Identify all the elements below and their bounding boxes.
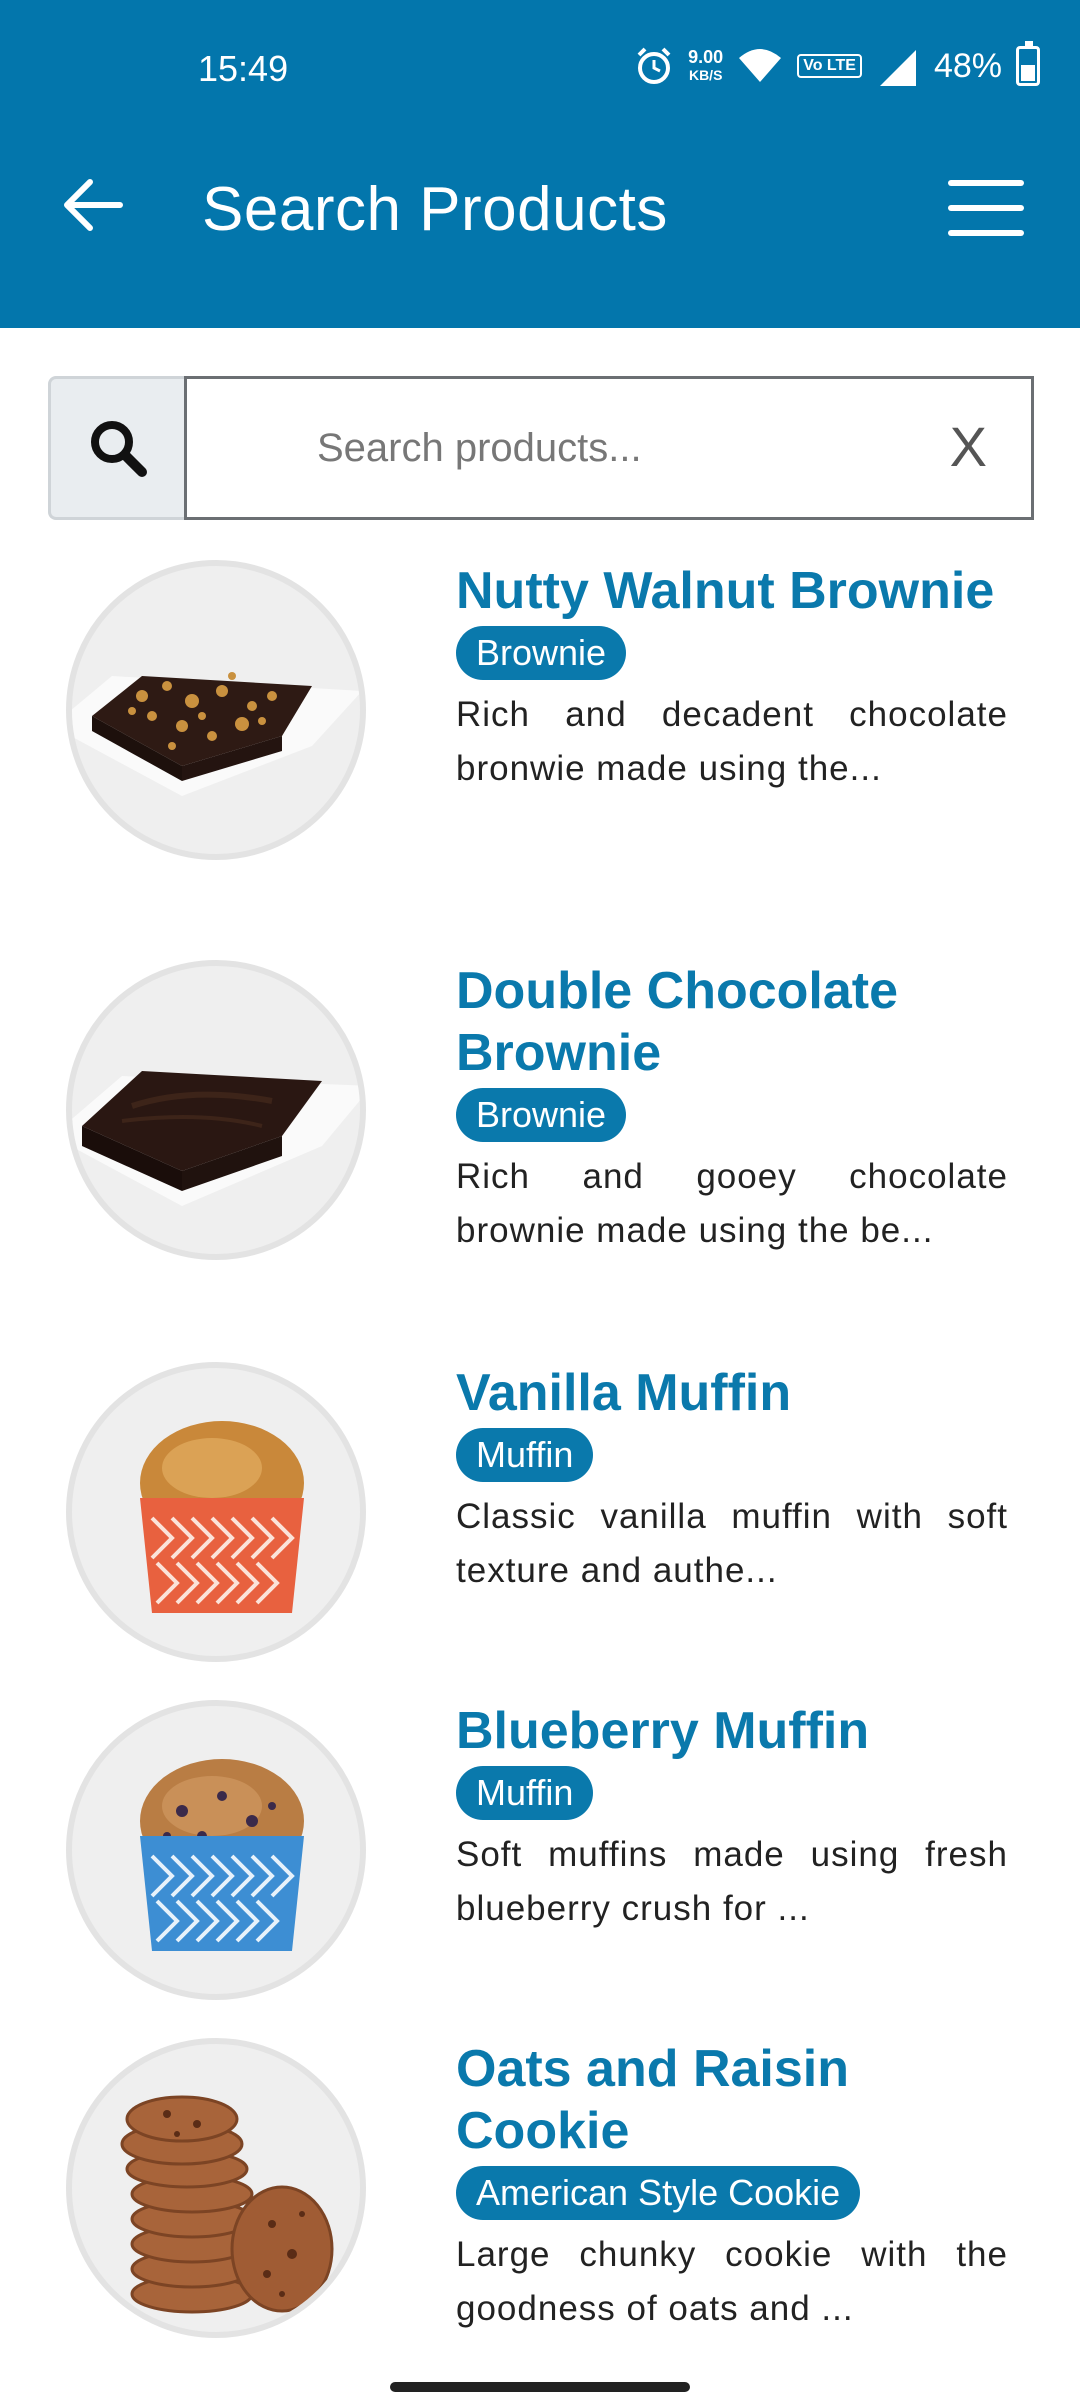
search-button[interactable] [48,376,184,520]
signal-icon [879,50,916,86]
app-bar: 15:49 9.00 KB/S Vo LTE 48% Search Produc… [0,0,1080,328]
alarm-icon [637,47,671,84]
product-description: Large chunky cookie with the goodness of… [456,2235,1008,2328]
status-icons: 9.00 KB/S Vo LTE 48% [634,41,1040,88]
product-image-oat-raisin-cookies [66,2038,366,2338]
product-description: Rich and gooey chocolate brownie made us… [456,1157,1008,1250]
product-item[interactable]: Oats and Raisin Cookie American Style Co… [0,2038,1080,2338]
product-info: Blueberry Muffin Muffin Soft muffins mad… [456,1700,1008,1936]
product-name: Nutty Walnut Brownie [456,562,995,620]
volte-icon: Vo LTE [797,54,862,78]
product-description: Soft muffins made using fresh blueberry … [456,1835,1008,1928]
menu-line [948,205,1024,211]
hamburger-menu-button[interactable] [948,180,1024,236]
menu-line [948,230,1024,236]
battery-percent: 48% [933,46,1002,85]
clear-search-button[interactable]: X [950,419,987,475]
product-name: Blueberry Muffin [456,1702,870,1760]
product-item[interactable]: Nutty Walnut Brownie Brownie Rich and de… [0,560,1080,860]
arrow-left-icon [64,179,123,231]
product-category-badge: Brownie [456,626,627,680]
product-name: Double Chocolate Brownie [456,962,899,1082]
menu-line [948,180,1024,186]
search-field: X [184,376,1034,520]
product-image-blueberry-muffin [66,1700,366,2000]
product-name: Oats and Raisin Cookie [456,2040,849,2160]
product-name: Vanilla Muffin [456,1364,792,1422]
home-indicator[interactable] [390,2382,690,2392]
status-time: 15:49 [198,48,289,89]
product-category-badge: Muffin [456,1766,594,1820]
product-info: Double Chocolate Brownie Brownie Rich an… [456,960,1008,1258]
product-description: Classic vanilla muffin with soft texture… [456,1497,1008,1590]
product-item[interactable]: Double Chocolate Brownie Brownie Rich an… [0,960,1080,1260]
page-title: Search Products [202,175,668,244]
product-info: Nutty Walnut Brownie Brownie Rich and de… [456,560,1008,796]
product-info: Oats and Raisin Cookie American Style Co… [456,2038,1008,2336]
product-category-badge: Muffin [456,1428,594,1482]
product-category-badge: American Style Cookie [456,2166,861,2220]
search-icon [90,421,147,477]
product-item[interactable]: Vanilla Muffin Muffin Classic vanilla mu… [0,1362,1080,1662]
wifi-icon [739,49,782,82]
product-description: Rich and decadent chocolate bronwie made… [456,695,1008,788]
product-category-badge: Brownie [456,1088,627,1142]
back-button[interactable] [58,170,128,240]
search-bar: X [48,376,1034,520]
search-input[interactable] [187,379,1031,517]
product-image-chocolate-brownie [66,960,366,1260]
network-speed: 9.00 KB/S [688,47,724,83]
product-image-walnut-brownie [66,560,366,860]
product-item[interactable]: Blueberry Muffin Muffin Soft muffins mad… [0,1700,1080,2000]
battery-icon [1016,41,1040,86]
product-image-vanilla-muffin [66,1362,366,1662]
product-info: Vanilla Muffin Muffin Classic vanilla mu… [456,1362,1008,1598]
